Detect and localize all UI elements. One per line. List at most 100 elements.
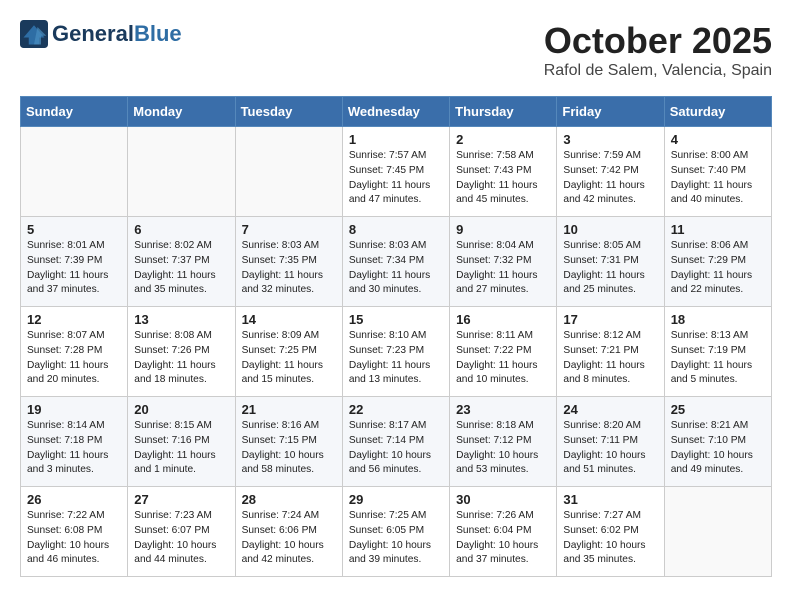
cell-content: and 22 minutes. bbox=[671, 283, 765, 298]
cell-content: Daylight: 11 hours bbox=[671, 359, 765, 374]
calendar-cell: 26Sunrise: 7:22 AMSunset: 6:08 PMDayligh… bbox=[21, 487, 128, 577]
calendar-table: SundayMondayTuesdayWednesdayThursdayFrid… bbox=[20, 96, 772, 577]
day-number: 2 bbox=[456, 132, 550, 147]
calendar-cell: 29Sunrise: 7:25 AMSunset: 6:05 PMDayligh… bbox=[342, 487, 449, 577]
cell-content: Sunrise: 8:21 AM bbox=[671, 419, 765, 434]
cell-content: and 3 minutes. bbox=[27, 463, 121, 478]
cell-content: and 25 minutes. bbox=[563, 283, 657, 298]
page-header: GeneralBlue October 2025 Rafol de Salem,… bbox=[20, 20, 772, 80]
cell-content: Sunset: 7:39 PM bbox=[27, 254, 121, 269]
cell-content: Sunset: 7:40 PM bbox=[671, 164, 765, 179]
cell-content: and 44 minutes. bbox=[134, 553, 228, 568]
weekday-header-saturday: Saturday bbox=[664, 97, 771, 127]
cell-content: and 10 minutes. bbox=[456, 373, 550, 388]
cell-content: Sunrise: 7:24 AM bbox=[242, 509, 336, 524]
cell-content: Daylight: 11 hours bbox=[563, 269, 657, 284]
cell-content: Sunset: 7:32 PM bbox=[456, 254, 550, 269]
cell-content: Sunrise: 8:11 AM bbox=[456, 329, 550, 344]
cell-content: Sunrise: 8:13 AM bbox=[671, 329, 765, 344]
cell-content: Sunrise: 8:03 AM bbox=[242, 239, 336, 254]
calendar-cell: 4Sunrise: 8:00 AMSunset: 7:40 PMDaylight… bbox=[664, 127, 771, 217]
cell-content: Daylight: 10 hours bbox=[456, 539, 550, 554]
cell-content: Sunrise: 7:26 AM bbox=[456, 509, 550, 524]
calendar-cell bbox=[128, 127, 235, 217]
cell-content: Sunset: 7:43 PM bbox=[456, 164, 550, 179]
cell-content: and 47 minutes. bbox=[349, 193, 443, 208]
cell-content: and 32 minutes. bbox=[242, 283, 336, 298]
calendar-cell: 9Sunrise: 8:04 AMSunset: 7:32 PMDaylight… bbox=[450, 217, 557, 307]
cell-content: and 35 minutes. bbox=[134, 283, 228, 298]
cell-content: Sunset: 7:22 PM bbox=[456, 344, 550, 359]
calendar-cell: 25 Sunrise: 8:21 AMSunset: 7:10 PMDayligh… bbox=[664, 397, 771, 487]
weekday-header-sunday: Sunday bbox=[21, 97, 128, 127]
calendar-week-row: 5Sunrise: 8:01 AMSunset: 7:39 PMDaylight… bbox=[21, 217, 772, 307]
day-number: 12 bbox=[27, 312, 121, 327]
cell-content: Daylight: 11 hours bbox=[27, 269, 121, 284]
cell-content: Sunset: 6:04 PM bbox=[456, 524, 550, 539]
calendar-cell: 27Sunrise: 7:23 AMSunset: 6:07 PMDayligh… bbox=[128, 487, 235, 577]
cell-content: Daylight: 10 hours bbox=[349, 449, 443, 464]
cell-content: Daylight: 11 hours bbox=[456, 359, 550, 374]
cell-content: Sunset: 7:16 PM bbox=[134, 434, 228, 449]
cell-content: Sunrise: 8:17 AM bbox=[349, 419, 443, 434]
day-number: 3 bbox=[563, 132, 657, 147]
calendar-cell: 18 Sunrise: 8:13 AMSunset: 7:19 PMDayligh… bbox=[664, 307, 771, 397]
calendar-cell: 7Sunrise: 8:03 AMSunset: 7:35 PMDaylight… bbox=[235, 217, 342, 307]
weekday-header-wednesday: Wednesday bbox=[342, 97, 449, 127]
cell-content: Sunrise: 7:25 AM bbox=[349, 509, 443, 524]
calendar-week-row: 19Sunrise: 8:14 AMSunset: 7:18 PMDayligh… bbox=[21, 397, 772, 487]
calendar-cell: 6Sunrise: 8:02 AMSunset: 7:37 PMDaylight… bbox=[128, 217, 235, 307]
weekday-header-tuesday: Tuesday bbox=[235, 97, 342, 127]
day-number: 23 bbox=[456, 402, 550, 417]
cell-content: Daylight: 11 hours bbox=[349, 359, 443, 374]
day-number: 11 bbox=[671, 222, 765, 237]
cell-content: Sunrise: 8:07 AM bbox=[27, 329, 121, 344]
cell-content: Sunrise: 7:22 AM bbox=[27, 509, 121, 524]
cell-content: Sunrise: 8:06 AM bbox=[671, 239, 765, 254]
day-number: 25 bbox=[671, 402, 765, 417]
cell-content: Sunset: 7:10 PM bbox=[671, 434, 765, 449]
calendar-cell: 21Sunrise: 8:16 AMSunset: 7:15 PMDayligh… bbox=[235, 397, 342, 487]
day-number: 6 bbox=[134, 222, 228, 237]
cell-content: Daylight: 10 hours bbox=[563, 449, 657, 464]
cell-content: Daylight: 10 hours bbox=[134, 539, 228, 554]
cell-content: and 27 minutes. bbox=[456, 283, 550, 298]
cell-content: and 49 minutes. bbox=[671, 463, 765, 478]
day-number: 29 bbox=[349, 492, 443, 507]
day-number: 28 bbox=[242, 492, 336, 507]
day-number: 18 bbox=[671, 312, 765, 327]
day-number: 14 bbox=[242, 312, 336, 327]
cell-content: and 20 minutes. bbox=[27, 373, 121, 388]
cell-content: Sunset: 6:07 PM bbox=[134, 524, 228, 539]
day-number: 16 bbox=[456, 312, 550, 327]
day-number: 31 bbox=[563, 492, 657, 507]
cell-content: Sunrise: 8:16 AM bbox=[242, 419, 336, 434]
cell-content: and 15 minutes. bbox=[242, 373, 336, 388]
cell-content: and 1 minute. bbox=[134, 463, 228, 478]
logo-general: General bbox=[52, 21, 134, 46]
calendar-cell: 22Sunrise: 8:17 AMSunset: 7:14 PMDayligh… bbox=[342, 397, 449, 487]
cell-content: Sunset: 7:25 PM bbox=[242, 344, 336, 359]
cell-content: Sunrise: 8:20 AM bbox=[563, 419, 657, 434]
calendar-cell: 16 Sunrise: 8:11 AMSunset: 7:22 PMDayligh… bbox=[450, 307, 557, 397]
calendar-cell: 24Sunrise: 8:20 AMSunset: 7:11 PMDayligh… bbox=[557, 397, 664, 487]
cell-content: Daylight: 10 hours bbox=[671, 449, 765, 464]
cell-content: Daylight: 10 hours bbox=[242, 539, 336, 554]
day-number: 1 bbox=[349, 132, 443, 147]
day-number: 30 bbox=[456, 492, 550, 507]
cell-content: Sunrise: 8:10 AM bbox=[349, 329, 443, 344]
calendar-cell: 12Sunrise: 8:07 AMSunset: 7:28 PMDayligh… bbox=[21, 307, 128, 397]
cell-content: Sunset: 7:21 PM bbox=[563, 344, 657, 359]
cell-content: and 45 minutes. bbox=[456, 193, 550, 208]
cell-content: Sunset: 7:31 PM bbox=[563, 254, 657, 269]
cell-content: Sunset: 7:19 PM bbox=[671, 344, 765, 359]
cell-content: Daylight: 11 hours bbox=[349, 269, 443, 284]
cell-content: Daylight: 10 hours bbox=[349, 539, 443, 554]
cell-content: Sunset: 6:08 PM bbox=[27, 524, 121, 539]
cell-content: Daylight: 11 hours bbox=[349, 179, 443, 194]
month-title: October 2025 bbox=[544, 20, 772, 62]
cell-content: Sunrise: 7:59 AM bbox=[563, 149, 657, 164]
cell-content: and 18 minutes. bbox=[134, 373, 228, 388]
cell-content: Daylight: 11 hours bbox=[27, 449, 121, 464]
calendar-cell: 5Sunrise: 8:01 AMSunset: 7:39 PMDaylight… bbox=[21, 217, 128, 307]
